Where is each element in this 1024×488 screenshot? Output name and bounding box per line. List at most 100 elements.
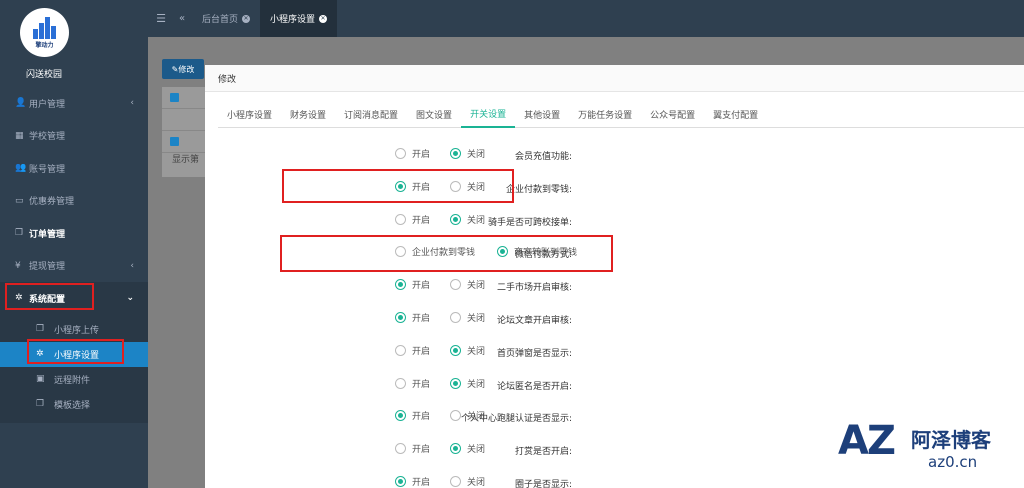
chevron-left-icon: ‹ [130, 260, 134, 271]
radio-button[interactable] [450, 180, 461, 192]
watermark-logo: AZ [838, 418, 896, 464]
radio-button[interactable] [395, 410, 406, 422]
radio-label: 关闭 [467, 346, 486, 357]
radio-option-enable[interactable]: 开启 [395, 377, 430, 390]
tab-universal-task[interactable]: 万能任务设置 [569, 101, 641, 127]
radio-button[interactable] [395, 344, 406, 356]
radio-option-enable[interactable]: 开启 [395, 278, 430, 291]
field-label: 首页弹窗是否显示: [496, 348, 572, 359]
radio-option-enable[interactable]: 开启 [395, 475, 430, 488]
watermark-name: 阿泽博客 [911, 428, 991, 452]
sidebar-item-schools[interactable]: ▦ 学校管理 [0, 120, 148, 153]
radio-option-merchant-transfer[interactable]: 商家转账到零钱 [497, 245, 577, 258]
sidebar-subitem-miniapp-upload[interactable]: ❐ 小程序上传 [0, 317, 148, 342]
radio-option-disable[interactable]: 关闭 [450, 180, 485, 193]
radio-button[interactable] [450, 279, 461, 291]
close-icon[interactable]: ✕ [319, 14, 328, 23]
tab-miniapp-settings[interactable]: 小程序设置 ✕ [260, 0, 338, 37]
radio-label: 开启 [412, 215, 431, 226]
form-row-home-popup: 首页弹窗是否显示: 开启 关闭 [205, 337, 1024, 370]
radio-button[interactable] [450, 377, 461, 389]
radio-option-enable[interactable]: 开启 [395, 409, 430, 422]
radio-option-disable[interactable]: 关闭 [450, 475, 485, 488]
form-row-wechat-payment-method: 微信付款方式: 企业付款到零钱 商家转账到零钱 [205, 238, 1024, 271]
tab-graphic[interactable]: 图文设置 [407, 101, 461, 127]
radio-option-enterprise-transfer[interactable]: 企业付款到零钱 [395, 245, 475, 258]
edit-button[interactable]: ✎ 修改 [162, 59, 204, 79]
users-icon: 👥 [15, 163, 27, 174]
sidebar-item-users[interactable]: 👤 用户管理 ‹ [0, 87, 148, 120]
modal-tabs: 小程序设置 财务设置 订阅消息配置 图文设置 开关设置 其他设置 万能任务设置 … [218, 101, 1024, 128]
radio-label: 关闭 [467, 150, 486, 160]
radio-option-enable[interactable]: 开启 [395, 344, 430, 357]
radio-button[interactable] [395, 443, 406, 455]
tab-home[interactable]: 后台首页 ✕ [192, 0, 260, 37]
sidebar-subitem-remote-attachments[interactable]: ▣ 远程附件 [0, 367, 148, 392]
form-row-forum-review: 论坛文章开启审核: 开启 关闭 [205, 304, 1024, 337]
gear-icon: ✲ [36, 349, 44, 359]
radio-button[interactable] [395, 475, 406, 487]
tab-official-account[interactable]: 公众号配置 [641, 101, 704, 127]
tab-subscription-msg[interactable]: 订阅消息配置 [335, 101, 407, 127]
radio-button[interactable] [450, 443, 461, 455]
radio-button[interactable] [497, 246, 508, 258]
sidebar-item-system-config[interactable]: ✲ 系统配置 ⌄ [0, 282, 148, 315]
radio-option-disable[interactable]: 关闭 [450, 311, 485, 324]
form-row-secondhand-review: 二手市场开启审核: 开启 关闭 [205, 271, 1024, 304]
field-label: 会员充值功能: [514, 152, 572, 162]
radio-label: 关闭 [467, 477, 486, 488]
radio-button[interactable] [395, 213, 406, 225]
radio-option-disable[interactable]: 关闭 [450, 377, 485, 390]
radio-button[interactable] [450, 311, 461, 323]
radio-option-enable[interactable]: 开启 [395, 180, 430, 193]
radio-label: 关闭 [467, 412, 486, 423]
close-icon[interactable]: ✕ [242, 14, 251, 23]
tab-switch-settings[interactable]: 开关设置 [461, 101, 516, 128]
form-row-rider-cross-school: 骑手是否可跨校接单: 开启 关闭 [205, 206, 1024, 239]
double-chevron-left-icon[interactable]: « [172, 13, 192, 24]
field-label: 骑手是否可跨校接单: [487, 217, 572, 228]
radio-option-disable[interactable]: 关闭 [450, 147, 485, 160]
radio-button[interactable] [395, 311, 406, 323]
radio-option-enable[interactable]: 开启 [395, 311, 430, 324]
checkbox[interactable] [170, 137, 179, 146]
checkbox[interactable] [170, 93, 179, 102]
radio-option-disable[interactable]: 关闭 [450, 409, 485, 422]
radio-button[interactable] [450, 148, 461, 159]
radio-button[interactable] [395, 180, 406, 192]
radio-option-disable[interactable]: 关闭 [450, 344, 485, 357]
radio-button[interactable] [450, 410, 461, 422]
tab-bestpay[interactable]: 翼支付配置 [704, 101, 767, 127]
radio-button[interactable] [395, 246, 406, 258]
sidebar-subitem-template-select[interactable]: ❐ 模板选择 [0, 392, 148, 417]
sidebar-item-coupons[interactable]: ▭ 优惠券管理 [0, 185, 148, 218]
radio-button[interactable] [395, 279, 406, 291]
coupon-icon: ▭ [15, 195, 24, 206]
sidebar-item-withdrawals[interactable]: ¥ 提现管理 ‹ [0, 250, 148, 283]
radio-label: 开启 [412, 379, 431, 390]
profile: 擎动力 闪送校园 [0, 0, 148, 87]
radio-button[interactable] [395, 377, 406, 389]
menu-icon[interactable]: ☰ [150, 12, 172, 25]
radio-button[interactable] [450, 344, 461, 356]
tab-miniapp-config[interactable]: 小程序设置 [218, 101, 281, 127]
logo-text: 擎动力 [35, 41, 54, 49]
sidebar-item-orders[interactable]: ❐ 订单管理 [0, 217, 148, 250]
app-logo[interactable]: 擎动力 [20, 8, 69, 57]
tab-other[interactable]: 其他设置 [515, 101, 569, 127]
radio-button[interactable] [450, 475, 461, 487]
sidebar-item-label: 用户管理 [29, 99, 66, 110]
radio-option-enable[interactable]: 开启 [395, 213, 430, 226]
radio-button[interactable] [395, 148, 406, 159]
radio-option-disable[interactable]: 关闭 [450, 213, 485, 226]
sidebar-subitem-miniapp-settings[interactable]: ✲ 小程序设置 [0, 341, 148, 367]
radio-option-disable[interactable]: 关闭 [450, 278, 485, 291]
watermark: AZ 阿泽博客 az0.cn [838, 418, 1018, 478]
radio-option-disable[interactable]: 关闭 [450, 442, 485, 455]
form-row-member-recharge: 会员充值功能: 开启 关闭 [205, 140, 1024, 173]
radio-option-enable[interactable]: 开启 [395, 147, 430, 160]
radio-button[interactable] [450, 213, 461, 225]
radio-option-enable[interactable]: 开启 [395, 442, 430, 455]
sidebar-item-accounts[interactable]: 👥 账号管理 [0, 152, 148, 185]
tab-finance[interactable]: 财务设置 [281, 101, 335, 127]
